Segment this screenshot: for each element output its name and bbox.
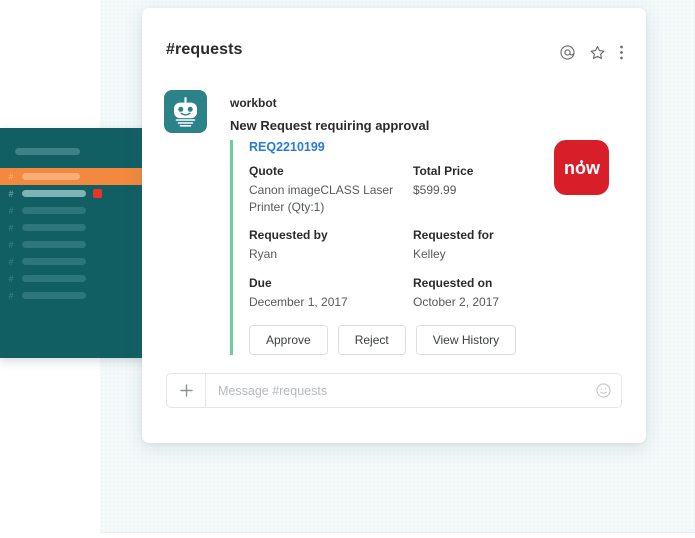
sidebar-workspace-name-placeholder — [15, 148, 80, 155]
sidebar-channel-row[interactable]: # — [0, 185, 162, 202]
hash-icon: # — [8, 171, 14, 182]
page-title: #requests — [166, 41, 243, 58]
attachment-actions: Approve Reject View History — [249, 324, 620, 355]
field-value: December 1, 2017 — [249, 295, 348, 310]
hash-icon: # — [8, 256, 14, 267]
field-label: Total Price — [413, 164, 474, 178]
hash-icon: # — [8, 222, 14, 233]
hash-icon: # — [8, 273, 14, 284]
hash-icon: # — [8, 205, 14, 216]
sidebar-channel-name-placeholder — [22, 258, 86, 265]
sidebar-channel-name-placeholder — [22, 207, 86, 214]
field-value: Kelley — [413, 247, 446, 262]
sidebar-channel-row[interactable]: # — [0, 219, 162, 236]
sidebar-channel-name-placeholder — [22, 224, 86, 231]
sidebar-channel-row[interactable]: # — [0, 202, 162, 219]
attachment-field-row: Due December 1, 2017 Requested on Octobe… — [249, 275, 620, 311]
field-label: Requested for — [413, 228, 494, 243]
approve-button[interactable]: Approve — [249, 324, 328, 355]
field-requested-for: Requested for Kelley — [413, 227, 577, 263]
background-bottom-rule — [100, 532, 695, 533]
field-label: Due — [249, 276, 272, 291]
sidebar-channel-name-placeholder — [22, 275, 86, 282]
reject-button[interactable]: Reject — [337, 324, 406, 355]
smiley-icon[interactable] — [585, 374, 621, 407]
sidebar-channel-name-placeholder — [22, 190, 86, 197]
hash-icon: # — [8, 239, 14, 250]
plus-icon[interactable] — [167, 374, 206, 407]
view-history-button[interactable]: View History — [415, 324, 517, 355]
sidebar-channel-name-placeholder — [22, 241, 86, 248]
message-text: New Request requiring approval — [230, 118, 430, 133]
field-value: $599.99 — [413, 183, 457, 198]
mention-icon[interactable] — [559, 44, 576, 66]
sidebar: # # # # # # # # — [0, 128, 162, 358]
message-author: workbot — [230, 96, 277, 110]
field-label: Quote — [249, 164, 284, 178]
field-quote: Quote Canon imageCLASS Laser Printer (Qt… — [249, 163, 413, 215]
field-value: October 2, 2017 — [413, 295, 500, 310]
star-icon[interactable] — [589, 44, 606, 66]
sidebar-channel-row[interactable]: # — [0, 236, 162, 253]
field-label: Requested by — [249, 228, 328, 243]
sidebar-channel-row[interactable]: # — [0, 287, 162, 304]
header-icon-group — [559, 44, 624, 66]
field-total-price: Total Price $599.99 — [413, 163, 577, 215]
hash-icon: # — [8, 188, 14, 199]
field-label: Requested on — [413, 276, 493, 291]
message-composer — [166, 373, 622, 408]
chat-card: #requests workbot New Request requiring … — [142, 8, 646, 443]
message-input[interactable] — [206, 374, 585, 407]
field-requested-on: Requested on October 2, 2017 — [413, 275, 577, 311]
hash-icon: # — [8, 290, 14, 301]
field-due: Due December 1, 2017 — [249, 275, 413, 311]
workbot-robot-avatar — [164, 90, 207, 133]
sidebar-channel-name-placeholder — [22, 173, 80, 180]
attachment-field-row: Requested by Ryan Requested for Kelley — [249, 227, 620, 263]
sidebar-channel-row[interactable]: # — [0, 168, 162, 185]
more-options-icon[interactable] — [619, 44, 624, 66]
channel-header: #requests — [142, 8, 646, 74]
field-requested-by: Requested by Ryan — [249, 227, 413, 263]
unread-badge — [93, 189, 102, 198]
servicenow-logo: now — [554, 140, 609, 195]
field-value: Ryan — [249, 247, 278, 262]
sidebar-channel-row[interactable]: # — [0, 270, 162, 287]
sidebar-channel-name-placeholder — [22, 292, 86, 299]
field-value: Canon imageCLASS Laser Printer (Qty:1) — [249, 183, 394, 214]
sidebar-channel-row[interactable]: # — [0, 253, 162, 270]
